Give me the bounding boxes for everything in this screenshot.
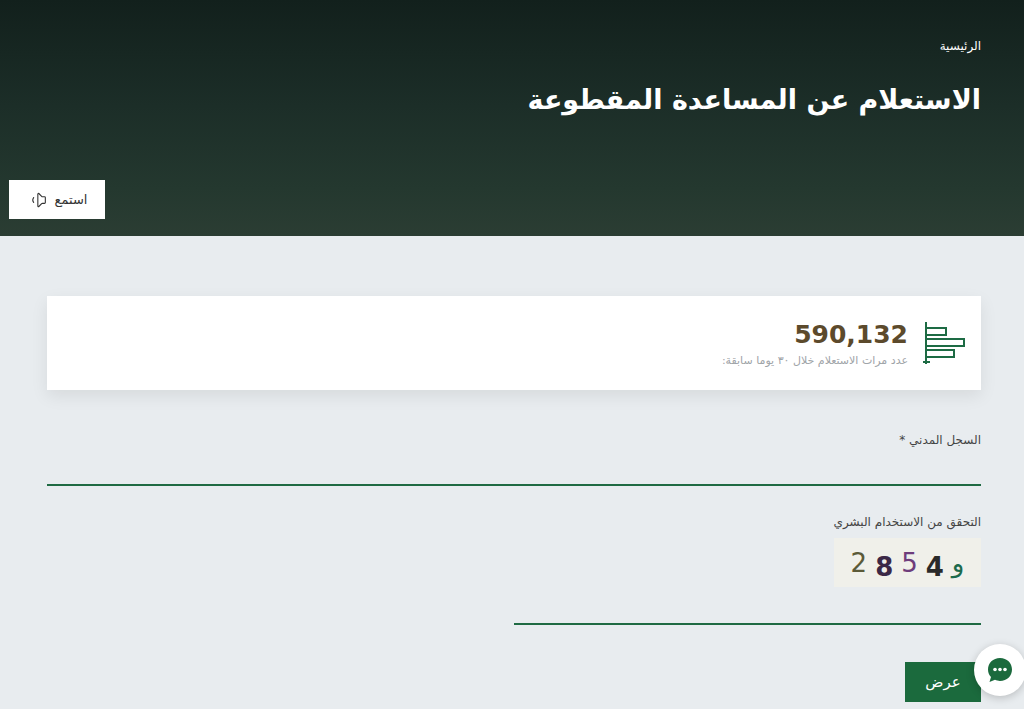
chat-icon bbox=[985, 655, 1015, 685]
captcha-char: 8 bbox=[875, 552, 893, 582]
captcha-char: 5 bbox=[901, 548, 918, 578]
breadcrumb-link[interactable]: الرئيسية bbox=[940, 38, 981, 54]
inquiry-form: 590,132 عدد مرات الاستعلام خلال ٣٠ يوما س… bbox=[0, 236, 1024, 702]
listen-button[interactable]: استمع bbox=[9, 180, 105, 219]
page: الرئيسية الاستعلام عن المساعدة المقطوعة اس… bbox=[0, 0, 1024, 709]
chat-button[interactable] bbox=[974, 644, 1024, 696]
stat-text: 590,132 عدد مرات الاستعلام خلال ٣٠ يوما س… bbox=[722, 319, 908, 368]
civil-id-label: السجل المدني * bbox=[47, 432, 981, 448]
submit-button[interactable]: عرض bbox=[905, 662, 981, 702]
hero-header: الرئيسية الاستعلام عن المساعدة المقطوعة اس… bbox=[0, 0, 1024, 236]
stat-count: 590,132 bbox=[722, 319, 908, 351]
captcha-char: 4 bbox=[926, 552, 944, 582]
page-title: الاستعلام عن المساعدة المقطوعة bbox=[528, 80, 981, 120]
speaker-icon bbox=[27, 190, 47, 210]
stat-caption: عدد مرات الاستعلام خلال ٣٠ يوما سابقة: bbox=[722, 353, 908, 368]
captcha-char: 2 bbox=[851, 548, 868, 578]
bar-chart-icon bbox=[922, 320, 968, 366]
captcha-label: التحقق من الاستخدام البشري bbox=[47, 514, 981, 530]
civil-id-input[interactable] bbox=[47, 448, 981, 486]
captcha-char: و bbox=[952, 548, 965, 578]
captcha-image: 2854و bbox=[834, 538, 981, 587]
stat-card: 590,132 عدد مرات الاستعلام خلال ٣٠ يوما س… bbox=[47, 296, 981, 390]
captcha-input[interactable] bbox=[514, 587, 981, 625]
